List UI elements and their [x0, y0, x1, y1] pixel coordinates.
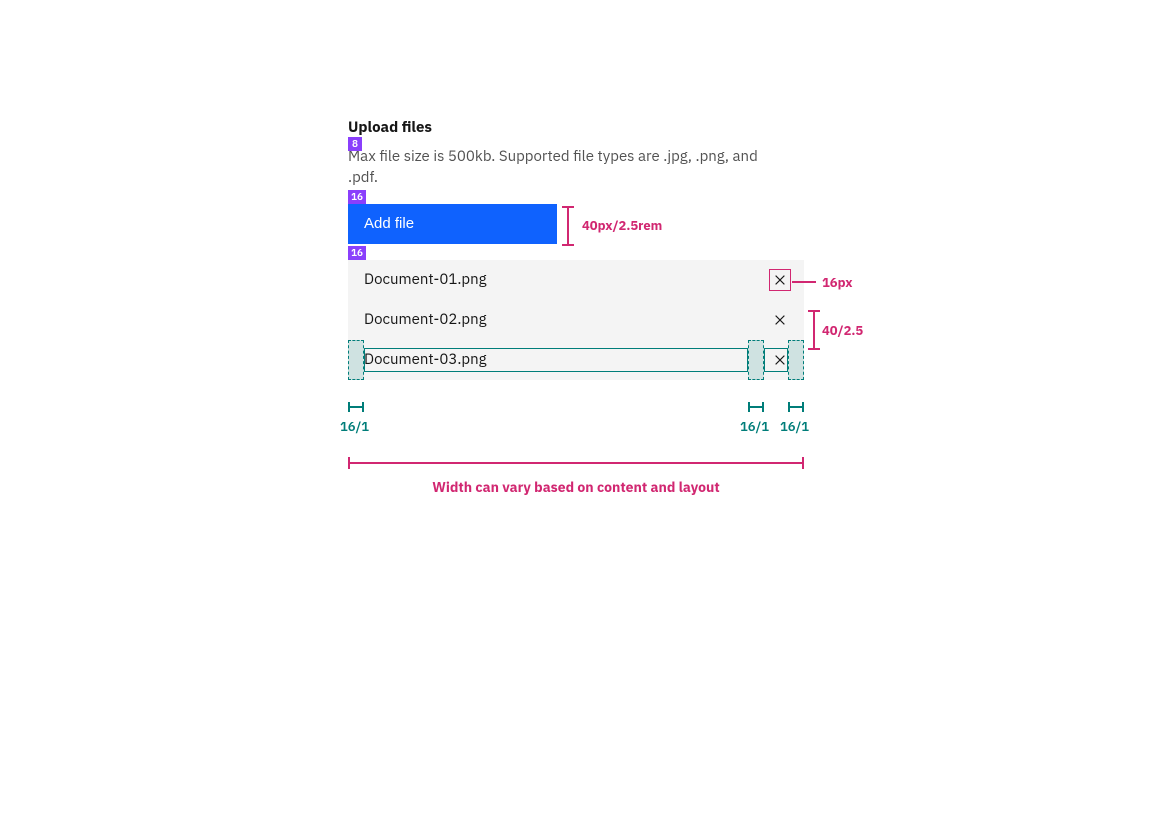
button-height-annotation: 40px/2.5rem [582, 217, 662, 234]
file-row-1: Document-01.png [348, 260, 804, 300]
teal-label-mid: 16/1 [740, 418, 769, 435]
row3-mid-padding-highlight [748, 340, 764, 380]
spacing-badge-after-button: 16 [348, 246, 366, 260]
file-row-1-remove-button[interactable] [772, 272, 788, 288]
spacing-badge-after-heading: 8 [348, 137, 362, 151]
teal-label-right: 16/1 [780, 418, 809, 435]
close-icon [773, 273, 787, 287]
close-icon-connector [792, 281, 816, 283]
row-height-annotation: 40/2.5 [822, 322, 863, 339]
file-row-2-name: Document-02.png [364, 310, 487, 329]
close-icon [773, 353, 787, 367]
add-file-button[interactable]: Add file [348, 204, 557, 244]
uploader-heading: Upload files [348, 118, 804, 138]
file-row-2-remove-button[interactable] [772, 312, 788, 328]
teal-bracket-right [788, 402, 804, 412]
width-caption: Width can vary based on content and layo… [348, 478, 804, 496]
file-row-3-remove-button[interactable] [772, 352, 788, 368]
teal-label-left: 16/1 [340, 418, 369, 435]
button-height-measure-bar [562, 206, 574, 246]
close-icon-size-annotation: 16px [822, 274, 853, 291]
file-row-3-name: Document-03.png [364, 350, 487, 369]
close-icon [773, 313, 787, 327]
spacing-badge-before-button: 16 [348, 190, 366, 204]
file-uploader-spec: Upload files 8 Max file size is 500kb. S… [348, 118, 804, 380]
add-file-button-label: Add file [364, 215, 414, 232]
row-height-measure-bar [808, 310, 820, 350]
teal-bracket-mid [748, 402, 764, 412]
row3-right-padding-highlight [788, 340, 804, 380]
file-list: Document-01.png 8 Document-02.png 8 Docu… [348, 260, 804, 380]
file-row-3: Document-03.png [348, 340, 804, 380]
teal-bracket-left [348, 402, 364, 412]
row3-left-padding-highlight [348, 340, 364, 380]
file-row-1-name: Document-01.png [364, 270, 487, 289]
file-row-2: Document-02.png [348, 300, 804, 340]
uploader-description: Max file size is 500kb. Supported file t… [348, 146, 763, 188]
